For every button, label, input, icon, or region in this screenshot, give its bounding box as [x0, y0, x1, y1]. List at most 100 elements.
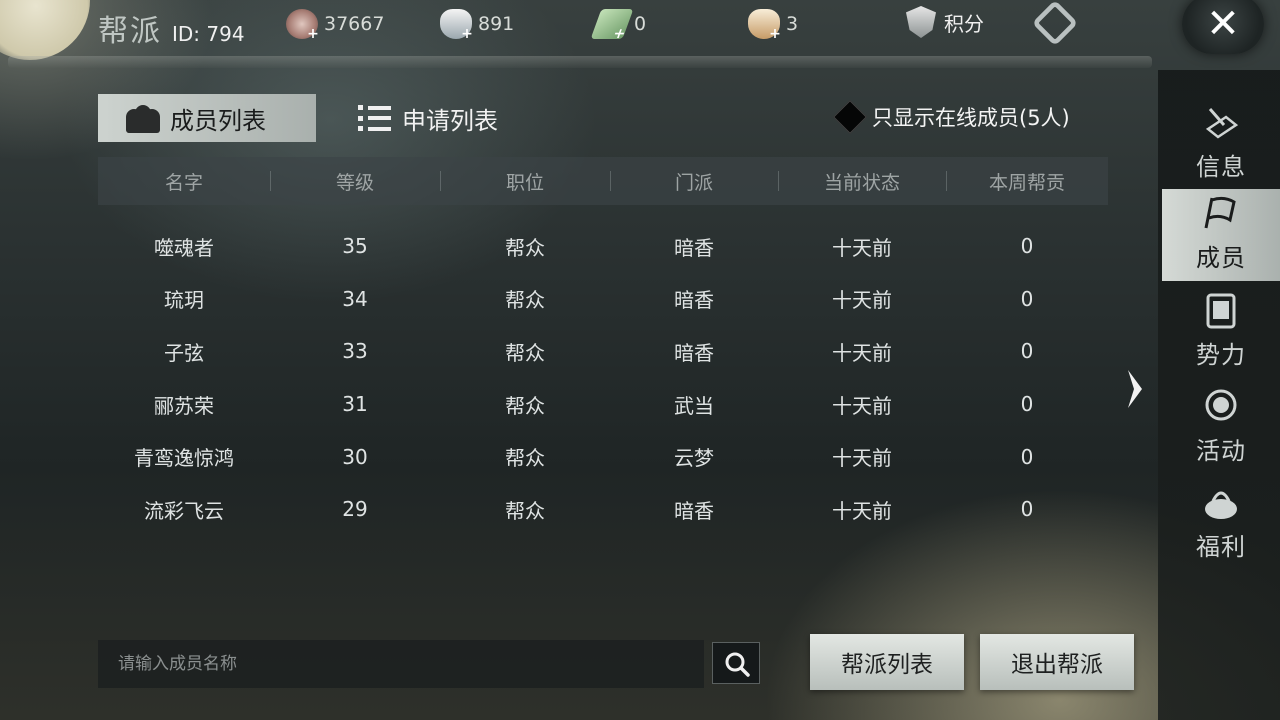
- table-row[interactable]: 琉玥 34 帮众 暗香 十天前 0: [98, 272, 1108, 325]
- gold-ingot-icon: +: [748, 9, 781, 41]
- member-contribution: 0: [946, 205, 1108, 220]
- plus-icon: +: [307, 26, 319, 42]
- table-row[interactable]: 流彩飞云 29 帮众 暗香 十天前 0: [98, 483, 1108, 536]
- member-level: 36: [270, 205, 440, 220]
- member-sect: 暗香: [674, 288, 714, 313]
- currency-silver[interactable]: + 891: [440, 8, 514, 42]
- plus-icon: +: [461, 26, 473, 42]
- online-only-toggle[interactable]: 只显示在线成员(5人): [833, 100, 1070, 134]
- table-header: 名字 等级 职位 门派 当前状态 本周帮贡: [98, 157, 1108, 205]
- table-row[interactable]: 郦苏荣 31 帮众 武当 十天前 0: [98, 378, 1108, 431]
- sidebar-item-label: 势力: [1196, 341, 1246, 369]
- member-status: 十天前: [832, 393, 892, 418]
- member-name: 流彩飞云: [144, 498, 224, 523]
- chevron-right-icon[interactable]: [1122, 368, 1146, 410]
- shield-icon: [906, 6, 936, 38]
- member-role: 帮众: [505, 393, 545, 418]
- sidebar-item-label: 成员: [1196, 244, 1246, 272]
- banner-icon: [1204, 196, 1236, 229]
- points-button[interactable]: 积分: [906, 6, 984, 38]
- member-role: 帮众: [505, 235, 545, 260]
- guild-list-button[interactable]: 帮派列表: [810, 634, 964, 690]
- column-header[interactable]: 当前状态: [778, 157, 946, 205]
- guild-header: 帮派 ID: 794: [98, 6, 245, 50]
- sidebar: 信息 成员 势力 活动 福利: [1158, 70, 1280, 720]
- table-row[interactable]: 青鸾逸惊鸿 30 帮众 云梦 十天前 0: [98, 430, 1108, 483]
- column-header[interactable]: 门派: [610, 157, 778, 205]
- column-header[interactable]: 本周帮贡: [946, 157, 1108, 205]
- member-table[interactable]: 秋语三 36 帮众 暗香 十天前 0 噬魂者 35 帮众 暗香 十天前 0 琉玥…: [98, 205, 1108, 575]
- guild-plaque-icon: [1206, 293, 1236, 329]
- tab-label: 申请列表: [402, 106, 498, 135]
- member-role: 帮众: [505, 446, 545, 471]
- column-header[interactable]: 等级: [270, 157, 440, 205]
- column-header[interactable]: 职位: [440, 157, 610, 205]
- search-icon: [725, 652, 750, 677]
- online-only-label: 只显示在线成员(5人): [872, 106, 1070, 130]
- sidebar-item-activities[interactable]: 活动: [1162, 382, 1280, 474]
- checkbox-diamond-icon: [833, 100, 867, 134]
- currency-copper[interactable]: + 37667: [286, 8, 385, 42]
- sidebar-item-label: 福利: [1196, 533, 1246, 561]
- member-level: 35: [342, 234, 368, 259]
- member-sect: 暗香: [674, 340, 714, 365]
- currency-gold[interactable]: + 3: [748, 8, 798, 41]
- member-level: 30: [342, 444, 368, 469]
- member-status: 十天前: [832, 446, 892, 471]
- member-contribution: 0: [1020, 392, 1034, 417]
- member-contribution: 0: [1020, 234, 1034, 259]
- member-status: 十天前: [778, 205, 946, 220]
- member-role: 帮众: [505, 340, 545, 365]
- column-header[interactable]: 名字: [98, 157, 270, 205]
- guild-id: ID: 794: [172, 22, 245, 46]
- close-button[interactable]: ✕: [1182, 0, 1264, 54]
- member-name: 子弦: [164, 340, 204, 365]
- member-role: 帮众: [505, 288, 545, 313]
- member-sect: 云梦: [674, 446, 714, 471]
- drum-icon: [1205, 389, 1237, 421]
- currency-jade-ticket[interactable]: + 0: [590, 8, 646, 42]
- member-role: 帮众: [505, 498, 545, 523]
- table-row[interactable]: 噬魂者 35 帮众 暗香 十天前 0: [98, 220, 1108, 273]
- sidebar-item-label: 活动: [1196, 437, 1246, 465]
- scroll-icon: [1205, 108, 1239, 139]
- sidebar-item-info[interactable]: 信息: [1162, 98, 1280, 190]
- sidebar-item-members[interactable]: 成员: [1162, 189, 1280, 281]
- sidebar-item-power[interactable]: 势力: [1162, 286, 1280, 378]
- member-sect: 暗香: [674, 498, 714, 523]
- panel-frame: [8, 56, 1152, 68]
- tab-application-list[interactable]: 申请列表: [358, 94, 548, 142]
- close-icon: ✕: [1206, 1, 1240, 47]
- leave-guild-button[interactable]: 退出帮派: [980, 634, 1134, 690]
- gift-bag-icon: [1205, 491, 1237, 519]
- member-role: 帮众: [440, 205, 610, 220]
- member-contribution: 0: [1020, 286, 1034, 311]
- member-name: 青鸾逸惊鸿: [134, 446, 234, 471]
- plus-icon: +: [610, 26, 629, 42]
- copper-coin-icon: +: [286, 9, 319, 42]
- member-level: 29: [342, 497, 368, 522]
- member-status: 十天前: [832, 288, 892, 313]
- member-contribution: 0: [1020, 497, 1034, 522]
- member-sect: 暗香: [674, 235, 714, 260]
- member-contribution: 0: [1020, 339, 1034, 364]
- member-contribution: 0: [1020, 444, 1034, 469]
- guild-emblem-icon[interactable]: [1031, 0, 1079, 47]
- search-button[interactable]: [712, 642, 760, 684]
- jade-ticket-icon: +: [590, 9, 634, 42]
- member-search-input[interactable]: [98, 640, 704, 688]
- table-row[interactable]: 秋语三 36 帮众 暗香 十天前 0: [98, 205, 1108, 220]
- tab-label: 成员列表: [170, 106, 266, 135]
- tab-member-list[interactable]: 成员列表: [98, 94, 316, 142]
- silver-ingot-icon: +: [440, 9, 473, 42]
- page-title: 帮派: [98, 14, 162, 49]
- currency-value: 37667: [324, 13, 385, 35]
- member-status: 十天前: [832, 340, 892, 365]
- member-name: 琉玥: [164, 288, 204, 313]
- list-icon: [358, 103, 392, 133]
- table-row[interactable]: 子弦 33 帮众 暗香 十天前 0: [98, 325, 1108, 378]
- sidebar-item-welfare[interactable]: 福利: [1162, 478, 1280, 570]
- points-label: 积分: [944, 11, 984, 36]
- member-status: 十天前: [832, 235, 892, 260]
- member-sect: 武当: [674, 393, 714, 418]
